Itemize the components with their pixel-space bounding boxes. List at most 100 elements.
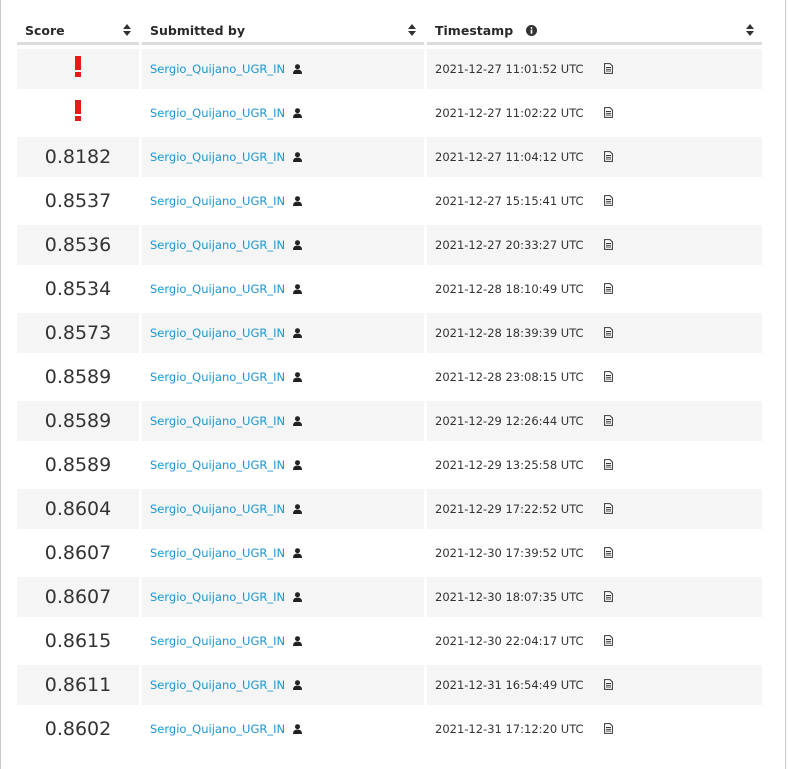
sort-icon[interactable] <box>408 24 416 36</box>
user-link[interactable]: Sergio_Quijano_UGR_IN <box>150 62 285 76</box>
file-text-icon[interactable] <box>604 151 614 162</box>
file-text-icon[interactable] <box>604 547 614 558</box>
user-icon <box>292 284 302 294</box>
timestamp-value: 2021-12-30 22:04:17 UTC <box>435 634 584 648</box>
file-text-icon[interactable] <box>604 283 614 294</box>
user-link[interactable]: Sergio_Quijano_UGR_IN <box>150 106 285 120</box>
submitted-by-cell: Sergio_Quijano_UGR_IN <box>142 489 424 529</box>
score-cell: 0.8589 <box>17 445 139 485</box>
file-text-icon[interactable] <box>604 327 614 338</box>
table-header-row: Score Submitted by Timestamp <box>17 18 762 45</box>
timestamp-cell: 2021-12-28 23:08:15 UTC <box>427 357 762 397</box>
submitted-by-cell: Sergio_Quijano_UGR_IN <box>142 577 424 617</box>
table-row: 0.8604 Sergio_Quijano_UGR_IN 2021-12-29 … <box>17 489 762 529</box>
file-text-icon[interactable] <box>604 195 614 206</box>
submitted-by-cell: Sergio_Quijano_UGR_IN <box>142 665 424 705</box>
column-header-score[interactable]: Score <box>17 18 139 45</box>
timestamp-value: 2021-12-27 20:33:27 UTC <box>435 238 584 252</box>
file-text-icon[interactable] <box>604 371 614 382</box>
user-link[interactable]: Sergio_Quijano_UGR_IN <box>150 370 285 384</box>
user-icon <box>292 64 302 74</box>
table-row: 0.8182 Sergio_Quijano_UGR_IN 2021-12-27 … <box>17 137 762 177</box>
timestamp-value: 2021-12-29 12:26:44 UTC <box>435 414 584 428</box>
user-icon <box>292 416 302 426</box>
user-link[interactable]: Sergio_Quijano_UGR_IN <box>150 150 285 164</box>
user-link[interactable]: Sergio_Quijano_UGR_IN <box>150 722 285 736</box>
file-text-icon[interactable] <box>604 591 614 602</box>
sort-icon[interactable] <box>746 24 754 36</box>
timestamp-value: 2021-12-27 15:15:41 UTC <box>435 194 584 208</box>
timestamp-cell: 2021-12-27 20:33:27 UTC <box>427 225 762 265</box>
table-row: 0.8536 Sergio_Quijano_UGR_IN 2021-12-27 … <box>17 225 762 265</box>
user-icon <box>292 372 302 382</box>
table-row: 0.8589 Sergio_Quijano_UGR_IN 2021-12-28 … <box>17 357 762 397</box>
user-icon <box>292 680 302 690</box>
timestamp-cell: 2021-12-29 17:22:52 UTC <box>427 489 762 529</box>
timestamp-value: 2021-12-27 11:01:52 UTC <box>435 62 584 76</box>
score-cell: 0.8537 <box>17 181 139 221</box>
score-value: 0.8589 <box>44 410 112 432</box>
file-text-icon[interactable] <box>604 415 614 426</box>
user-link[interactable]: Sergio_Quijano_UGR_IN <box>150 238 285 252</box>
timestamp-cell: 2021-12-28 18:39:39 UTC <box>427 313 762 353</box>
table-row: 0.8573 Sergio_Quijano_UGR_IN 2021-12-28 … <box>17 313 762 353</box>
submitted-by-cell: Sergio_Quijano_UGR_IN <box>142 137 424 177</box>
sort-icon[interactable] <box>123 24 131 36</box>
table-row: Sergio_Quijano_UGR_IN 2021-12-27 11:02:2… <box>17 93 762 133</box>
column-header-submitted-by-label: Submitted by <box>150 22 245 38</box>
user-icon <box>292 460 302 470</box>
table-row: 0.8602 Sergio_Quijano_UGR_IN 2021-12-31 … <box>17 709 762 749</box>
score-value: 0.8615 <box>44 630 112 652</box>
timestamp-value: 2021-12-28 18:39:39 UTC <box>435 326 584 340</box>
file-text-icon[interactable] <box>604 679 614 690</box>
file-text-icon[interactable] <box>604 63 614 74</box>
user-link[interactable]: Sergio_Quijano_UGR_IN <box>150 546 285 560</box>
score-value: 0.8536 <box>44 234 112 256</box>
user-link[interactable]: Sergio_Quijano_UGR_IN <box>150 678 285 692</box>
user-link[interactable]: Sergio_Quijano_UGR_IN <box>150 282 285 296</box>
score-cell: 0.8536 <box>17 225 139 265</box>
file-text-icon[interactable] <box>604 107 614 118</box>
file-text-icon[interactable] <box>604 723 614 734</box>
column-header-submitted-by[interactable]: Submitted by <box>142 18 424 45</box>
table-row: 0.8607 Sergio_Quijano_UGR_IN 2021-12-30 … <box>17 533 762 573</box>
user-link[interactable]: Sergio_Quijano_UGR_IN <box>150 458 285 472</box>
score-value: 0.8607 <box>44 542 112 564</box>
timestamp-value: 2021-12-31 16:54:49 UTC <box>435 678 584 692</box>
info-icon[interactable] <box>525 24 537 36</box>
file-text-icon[interactable] <box>604 239 614 250</box>
score-cell <box>17 93 139 133</box>
user-icon <box>292 196 302 206</box>
timestamp-cell: 2021-12-31 17:12:20 UTC <box>427 709 762 749</box>
user-link[interactable]: Sergio_Quijano_UGR_IN <box>150 326 285 340</box>
score-value: 0.8182 <box>44 146 112 168</box>
user-link[interactable]: Sergio_Quijano_UGR_IN <box>150 634 285 648</box>
score-cell: 0.8611 <box>17 665 139 705</box>
score-cell: 0.8607 <box>17 577 139 617</box>
user-link[interactable]: Sergio_Quijano_UGR_IN <box>150 414 285 428</box>
timestamp-value: 2021-12-31 17:12:20 UTC <box>435 722 584 736</box>
file-text-icon[interactable] <box>604 459 614 470</box>
score-value: 0.8611 <box>44 674 112 696</box>
score-value: 0.8589 <box>44 366 112 388</box>
column-header-timestamp[interactable]: Timestamp <box>427 18 762 45</box>
timestamp-cell: 2021-12-30 17:39:52 UTC <box>427 533 762 573</box>
timestamp-cell: 2021-12-30 22:04:17 UTC <box>427 621 762 661</box>
timestamp-value: 2021-12-29 17:22:52 UTC <box>435 502 584 516</box>
exclamation-icon <box>75 56 81 77</box>
score-value: 0.8602 <box>44 718 112 740</box>
file-text-icon[interactable] <box>604 503 614 514</box>
table-row: Sergio_Quijano_UGR_IN 2021-12-27 11:01:5… <box>17 49 762 89</box>
submitted-by-cell: Sergio_Quijano_UGR_IN <box>142 445 424 485</box>
score-value: 0.8604 <box>44 498 112 520</box>
file-text-icon[interactable] <box>604 635 614 646</box>
score-value: 0.8589 <box>44 454 112 476</box>
score-cell: 0.8589 <box>17 357 139 397</box>
user-link[interactable]: Sergio_Quijano_UGR_IN <box>150 194 285 208</box>
table-row: 0.8589 Sergio_Quijano_UGR_IN 2021-12-29 … <box>17 445 762 485</box>
user-link[interactable]: Sergio_Quijano_UGR_IN <box>150 590 285 604</box>
user-link[interactable]: Sergio_Quijano_UGR_IN <box>150 502 285 516</box>
score-value: 0.8573 <box>44 322 112 344</box>
score-cell: 0.8607 <box>17 533 139 573</box>
score-cell: 0.8182 <box>17 137 139 177</box>
